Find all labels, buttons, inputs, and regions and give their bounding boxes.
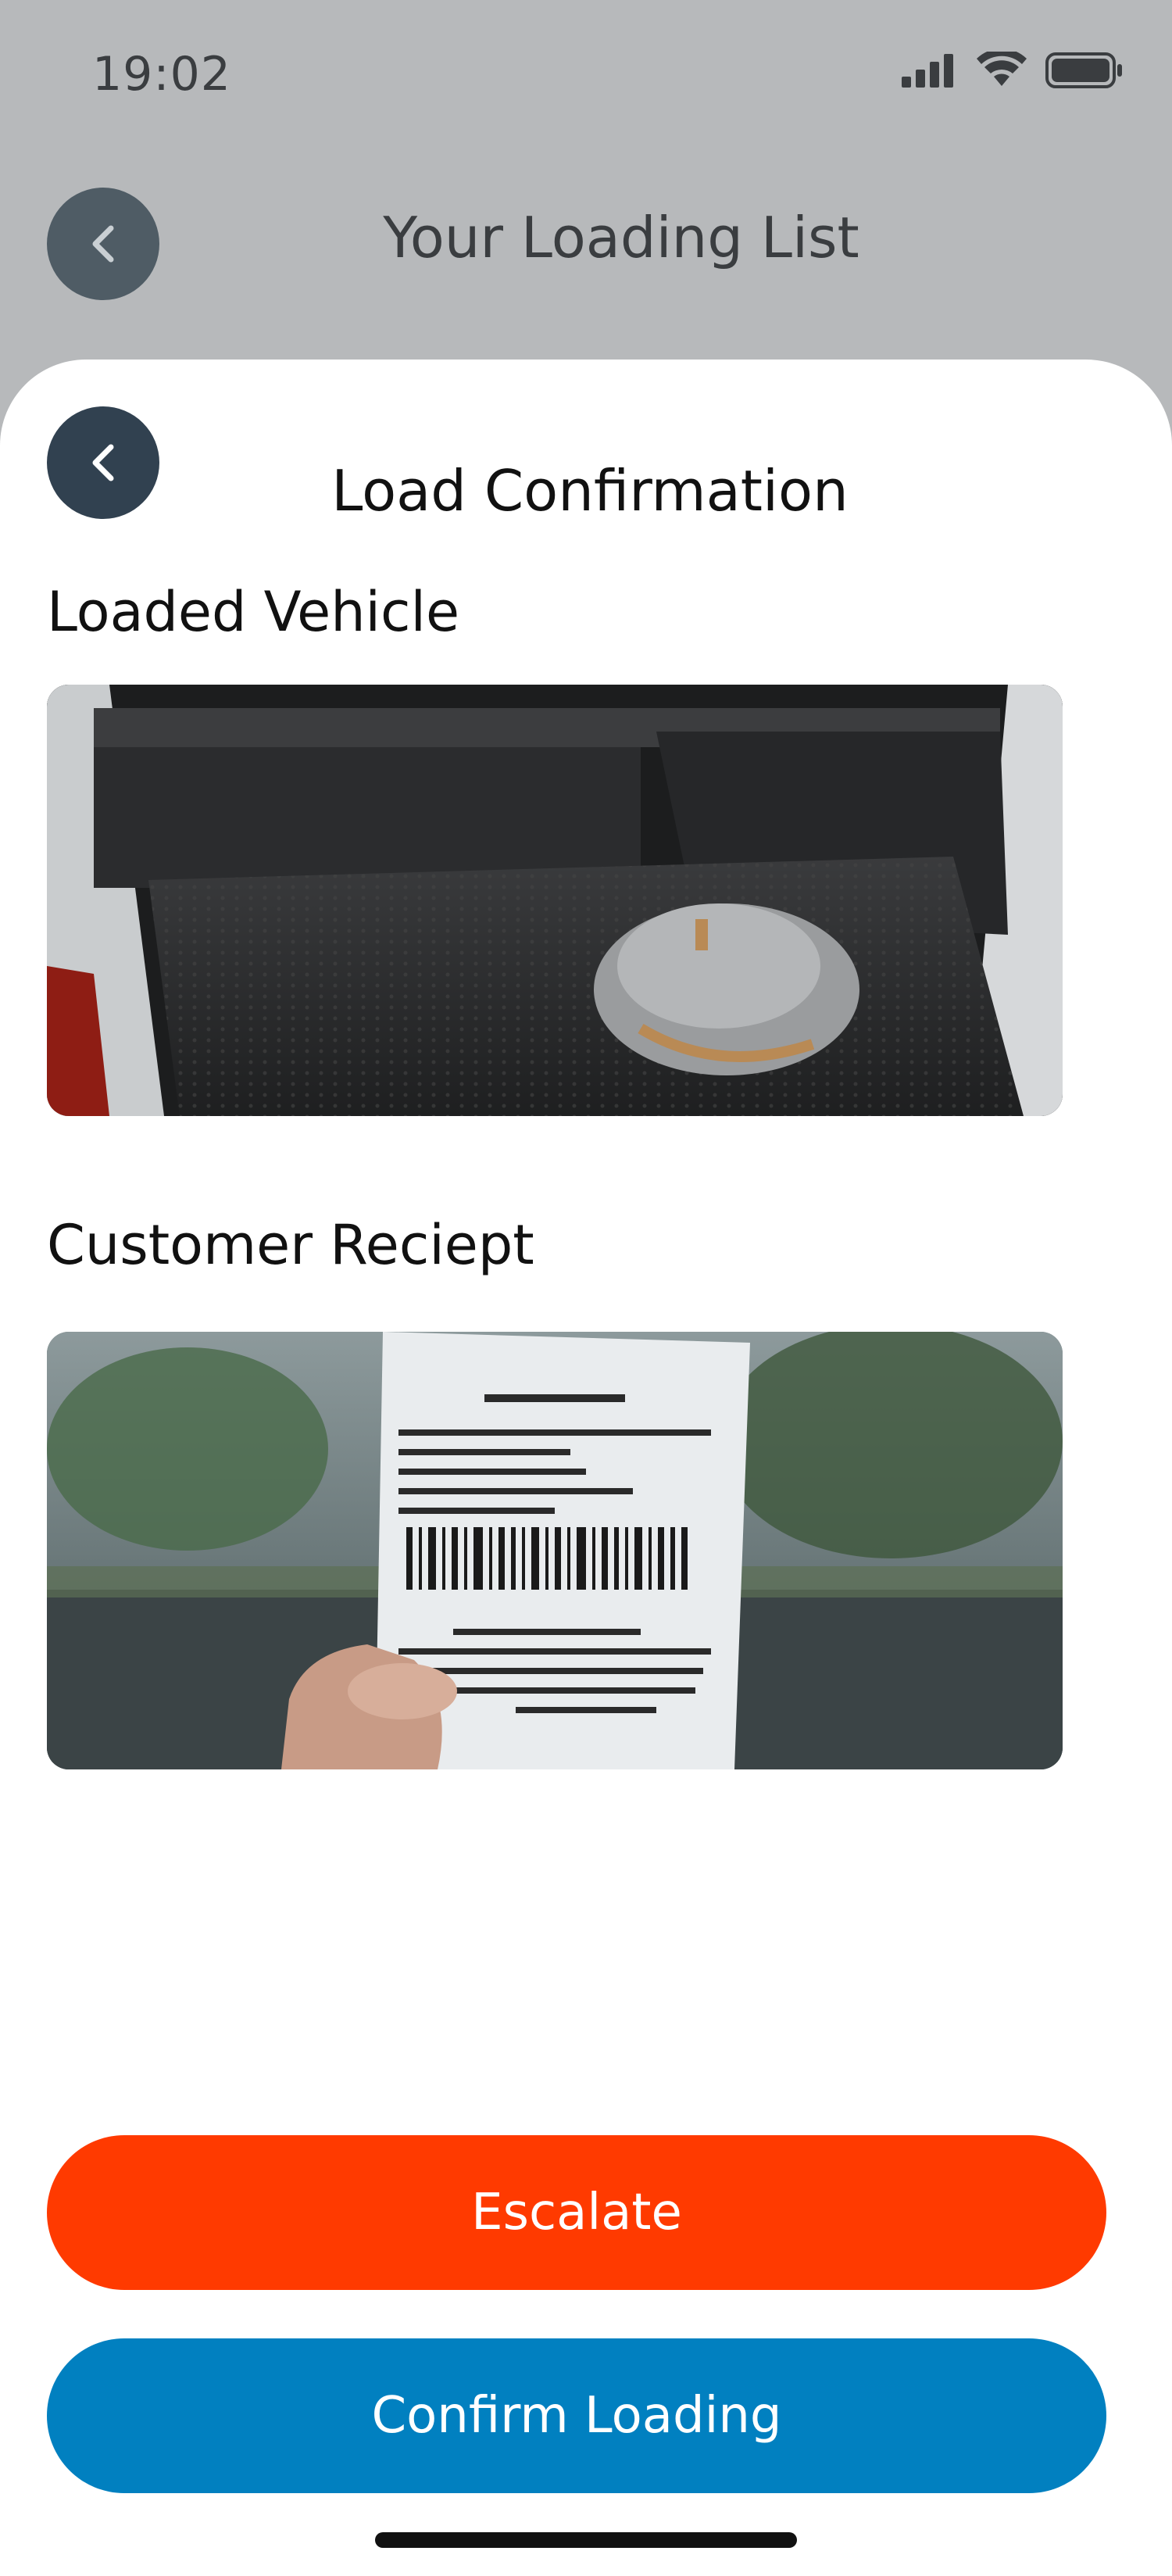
confirm-loading-button[interactable]: Confirm Loading <box>47 2338 1106 2493</box>
status-icons <box>900 52 1124 89</box>
loaded-vehicle-photo[interactable] <box>47 685 1063 1116</box>
wifi-icon <box>977 52 1027 86</box>
signal-icon <box>902 54 953 88</box>
home-indicator[interactable] <box>375 2532 797 2548</box>
customer-receipt-label: Customer Reciept <box>47 1213 534 1277</box>
status-time: 19:02 <box>92 47 231 102</box>
page-title: Your Loading List <box>383 205 859 270</box>
loaded-vehicle-label: Loaded Vehicle <box>47 580 460 644</box>
status-bar: 19:02 <box>0 0 1172 148</box>
escalate-button[interactable]: Escalate <box>47 2135 1106 2290</box>
battery-icon <box>1045 52 1122 88</box>
customer-receipt-photo[interactable] <box>47 1332 1063 1769</box>
sheet-title: Load Confirmation <box>331 458 849 524</box>
